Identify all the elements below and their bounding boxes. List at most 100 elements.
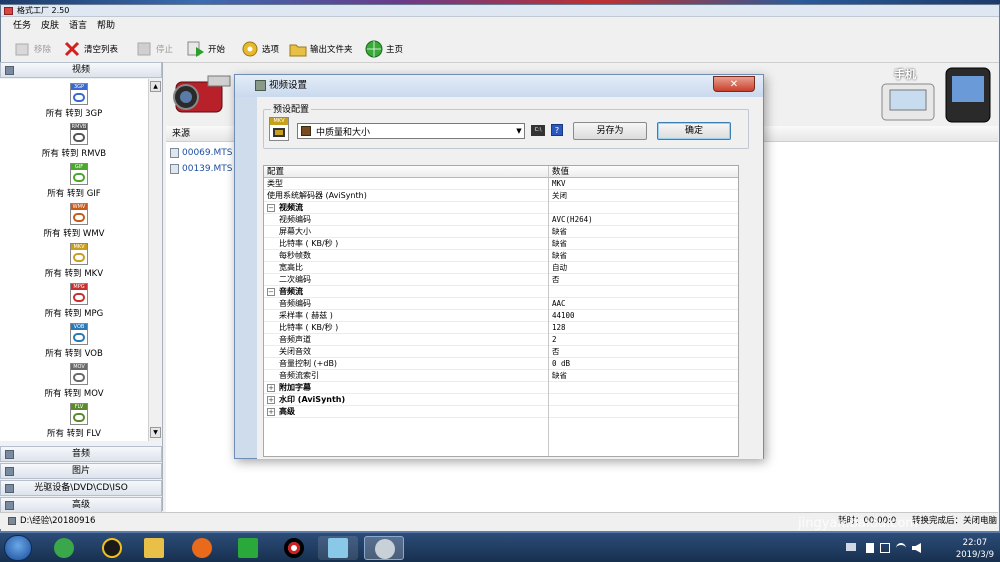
taskbar-app-firefox[interactable] bbox=[182, 536, 222, 560]
section-advanced[interactable]: 高级 bbox=[0, 497, 162, 513]
format-item-flv[interactable]: FLV 所有 转到 FLV bbox=[0, 401, 148, 441]
file-row[interactable]: 00139.MTS bbox=[170, 162, 232, 176]
property-row[interactable]: 使用系统解码器 (AviSynth) 关闭 bbox=[264, 190, 738, 202]
property-row[interactable]: 每秒帧数 缺省 bbox=[264, 250, 738, 262]
section-rom-device[interactable]: 光驱设备\DVD\CD\ISO bbox=[0, 480, 162, 496]
section-picture[interactable]: 图片 bbox=[0, 463, 162, 479]
group-watermark[interactable]: + 水印 (AviSynth) bbox=[264, 394, 738, 406]
stop-button[interactable]: 停止 bbox=[135, 39, 173, 59]
help-icon[interactable]: ? bbox=[551, 124, 563, 136]
property-key: 视频编码 bbox=[279, 215, 311, 224]
format-item-vob[interactable]: VOB 所有 转到 VOB bbox=[0, 321, 148, 361]
scroll-down-button[interactable]: ▼ bbox=[150, 427, 161, 438]
property-value[interactable]: AVC(H264) bbox=[552, 214, 593, 226]
close-icon[interactable]: ✕ bbox=[713, 76, 755, 92]
section-video-header[interactable]: 视频 bbox=[0, 62, 162, 78]
ok-button[interactable]: 确定 bbox=[657, 122, 731, 140]
property-value[interactable]: 缺省 bbox=[552, 238, 567, 250]
format-item-mpg[interactable]: MPG 所有 转到 MPG bbox=[0, 281, 148, 321]
baidu-watermark: Bai du 经验 jingyan.baidu.com bbox=[790, 468, 1000, 548]
start-button[interactable]: 开始 bbox=[187, 39, 225, 59]
property-row[interactable]: 音频流索引 缺省 bbox=[264, 370, 738, 382]
property-row[interactable]: 比特率 ( KB/秒 ) 缺省 bbox=[264, 238, 738, 250]
disc-section-icon bbox=[5, 484, 14, 493]
format-item-3gp[interactable]: 3GP 所有 转到 3GP bbox=[0, 81, 148, 121]
format-item-gif[interactable]: GIF 所有 转到 GIF bbox=[0, 161, 148, 201]
preset-select[interactable]: 中质量和大小 ▼ bbox=[297, 123, 525, 139]
remove-button[interactable]: 移除 bbox=[13, 39, 51, 59]
property-value[interactable]: 否 bbox=[552, 346, 560, 358]
format-item-mov[interactable]: MOV 所有 转到 MOV bbox=[0, 361, 148, 401]
expand-icon[interactable]: + bbox=[267, 408, 275, 416]
property-value[interactable]: 自动 bbox=[552, 262, 567, 274]
property-row[interactable]: 采样率 ( 赫兹 ) 44100 bbox=[264, 310, 738, 322]
property-row[interactable]: 宽高比 自动 bbox=[264, 262, 738, 274]
property-row[interactable]: 音量控制 (+dB) 0 dB bbox=[264, 358, 738, 370]
start-button[interactable] bbox=[4, 535, 32, 561]
property-value[interactable]: 44100 bbox=[552, 310, 575, 322]
collapse-icon[interactable]: − bbox=[267, 288, 275, 296]
property-value[interactable]: AAC bbox=[552, 298, 566, 310]
notes-icon bbox=[328, 538, 348, 558]
format-list-scrollbar[interactable]: ▲ ▼ bbox=[148, 79, 162, 441]
group-video-stream[interactable]: − 视频流 bbox=[264, 202, 738, 214]
format-item-rmvb[interactable]: RMVB 所有 转到 RMVB bbox=[0, 121, 148, 161]
property-row[interactable]: 音频声道 2 bbox=[264, 334, 738, 346]
file-row[interactable]: 00069.MTS bbox=[170, 146, 232, 160]
clear-list-button[interactable]: 清空列表 bbox=[63, 39, 118, 59]
output-folder-button[interactable]: 输出文件夹 bbox=[289, 39, 353, 59]
property-value[interactable]: MKV bbox=[552, 178, 566, 190]
menu-language[interactable]: 语言 bbox=[69, 18, 87, 34]
dialog-title-bar: 视频设置 ✕ bbox=[235, 75, 763, 97]
collapse-icon[interactable]: − bbox=[267, 204, 275, 212]
group-advanced[interactable]: + 高级 bbox=[264, 406, 738, 418]
taskbar-app-iqiyi[interactable] bbox=[228, 536, 268, 560]
property-value[interactable]: 2 bbox=[552, 334, 557, 346]
remove-label: 移除 bbox=[34, 45, 52, 55]
scroll-up-button[interactable]: ▲ bbox=[150, 81, 161, 92]
property-value[interactable]: 缺省 bbox=[552, 370, 567, 382]
property-grid-header: 配置 数值 bbox=[264, 166, 738, 178]
phones-icon: 手机 bbox=[880, 66, 996, 124]
film-reel-icon bbox=[73, 133, 85, 142]
home-button[interactable]: 主页 bbox=[365, 39, 403, 59]
chevron-down-icon[interactable]: ▼ bbox=[514, 124, 524, 138]
property-row[interactable]: 关闭音效 否 bbox=[264, 346, 738, 358]
group-subtitle[interactable]: + 附加字幕 bbox=[264, 382, 738, 394]
property-value[interactable]: 缺省 bbox=[552, 226, 567, 238]
taskbar-app-qq[interactable] bbox=[92, 536, 132, 560]
taskbar-app-notes[interactable] bbox=[318, 536, 358, 560]
taskbar-app-360[interactable] bbox=[44, 536, 84, 560]
vob-format-icon: VOB bbox=[70, 323, 88, 345]
property-value[interactable]: 关闭 bbox=[552, 190, 567, 202]
save-as-button[interactable]: 另存为 bbox=[573, 122, 647, 140]
property-value[interactable]: 缺省 bbox=[552, 250, 567, 262]
menu-help[interactable]: 帮助 bbox=[97, 18, 115, 34]
section-audio[interactable]: 音频 bbox=[0, 446, 162, 462]
property-row[interactable]: 比特率 ( KB/秒 ) 128 bbox=[264, 322, 738, 334]
menu-skin[interactable]: 皮肤 bbox=[41, 18, 59, 34]
format-item-mkv[interactable]: MKV 所有 转到 MKV bbox=[0, 241, 148, 281]
property-key: 关闭音效 bbox=[279, 347, 311, 356]
taskbar-app-explorer[interactable] bbox=[134, 536, 174, 560]
taskbar-app-recorder[interactable] bbox=[274, 536, 314, 560]
property-row[interactable]: 音频编码 AAC bbox=[264, 298, 738, 310]
group-audio-stream[interactable]: − 音频流 bbox=[264, 286, 738, 298]
format-item-wmv[interactable]: WMV 所有 转到 WMV bbox=[0, 201, 148, 241]
expand-icon[interactable]: + bbox=[267, 384, 275, 392]
property-value[interactable]: 0 dB bbox=[552, 358, 570, 370]
expand-icon[interactable]: + bbox=[267, 396, 275, 404]
options-button[interactable]: 选项 bbox=[241, 39, 279, 59]
taskbar-app-format-factory[interactable] bbox=[364, 536, 404, 560]
left-panel: 视频 3GP 所有 转到 3GP RMVB 所有 转到 RMVB GIF 所有 转到 GI… bbox=[0, 62, 163, 513]
format-item-label: 所有 转到 FLV bbox=[47, 429, 101, 439]
property-row[interactable]: 类型 MKV bbox=[264, 178, 738, 190]
property-value[interactable]: 否 bbox=[552, 274, 560, 286]
column-splitter[interactable] bbox=[548, 166, 549, 456]
command-line-icon[interactable]: C:\ bbox=[531, 125, 545, 136]
property-row[interactable]: 屏幕大小 缺省 bbox=[264, 226, 738, 238]
property-row[interactable]: 视频编码 AVC(H264) bbox=[264, 214, 738, 226]
property-row[interactable]: 二次编码 否 bbox=[264, 274, 738, 286]
menu-task[interactable]: 任务 bbox=[13, 18, 31, 34]
property-value[interactable]: 128 bbox=[552, 322, 566, 334]
